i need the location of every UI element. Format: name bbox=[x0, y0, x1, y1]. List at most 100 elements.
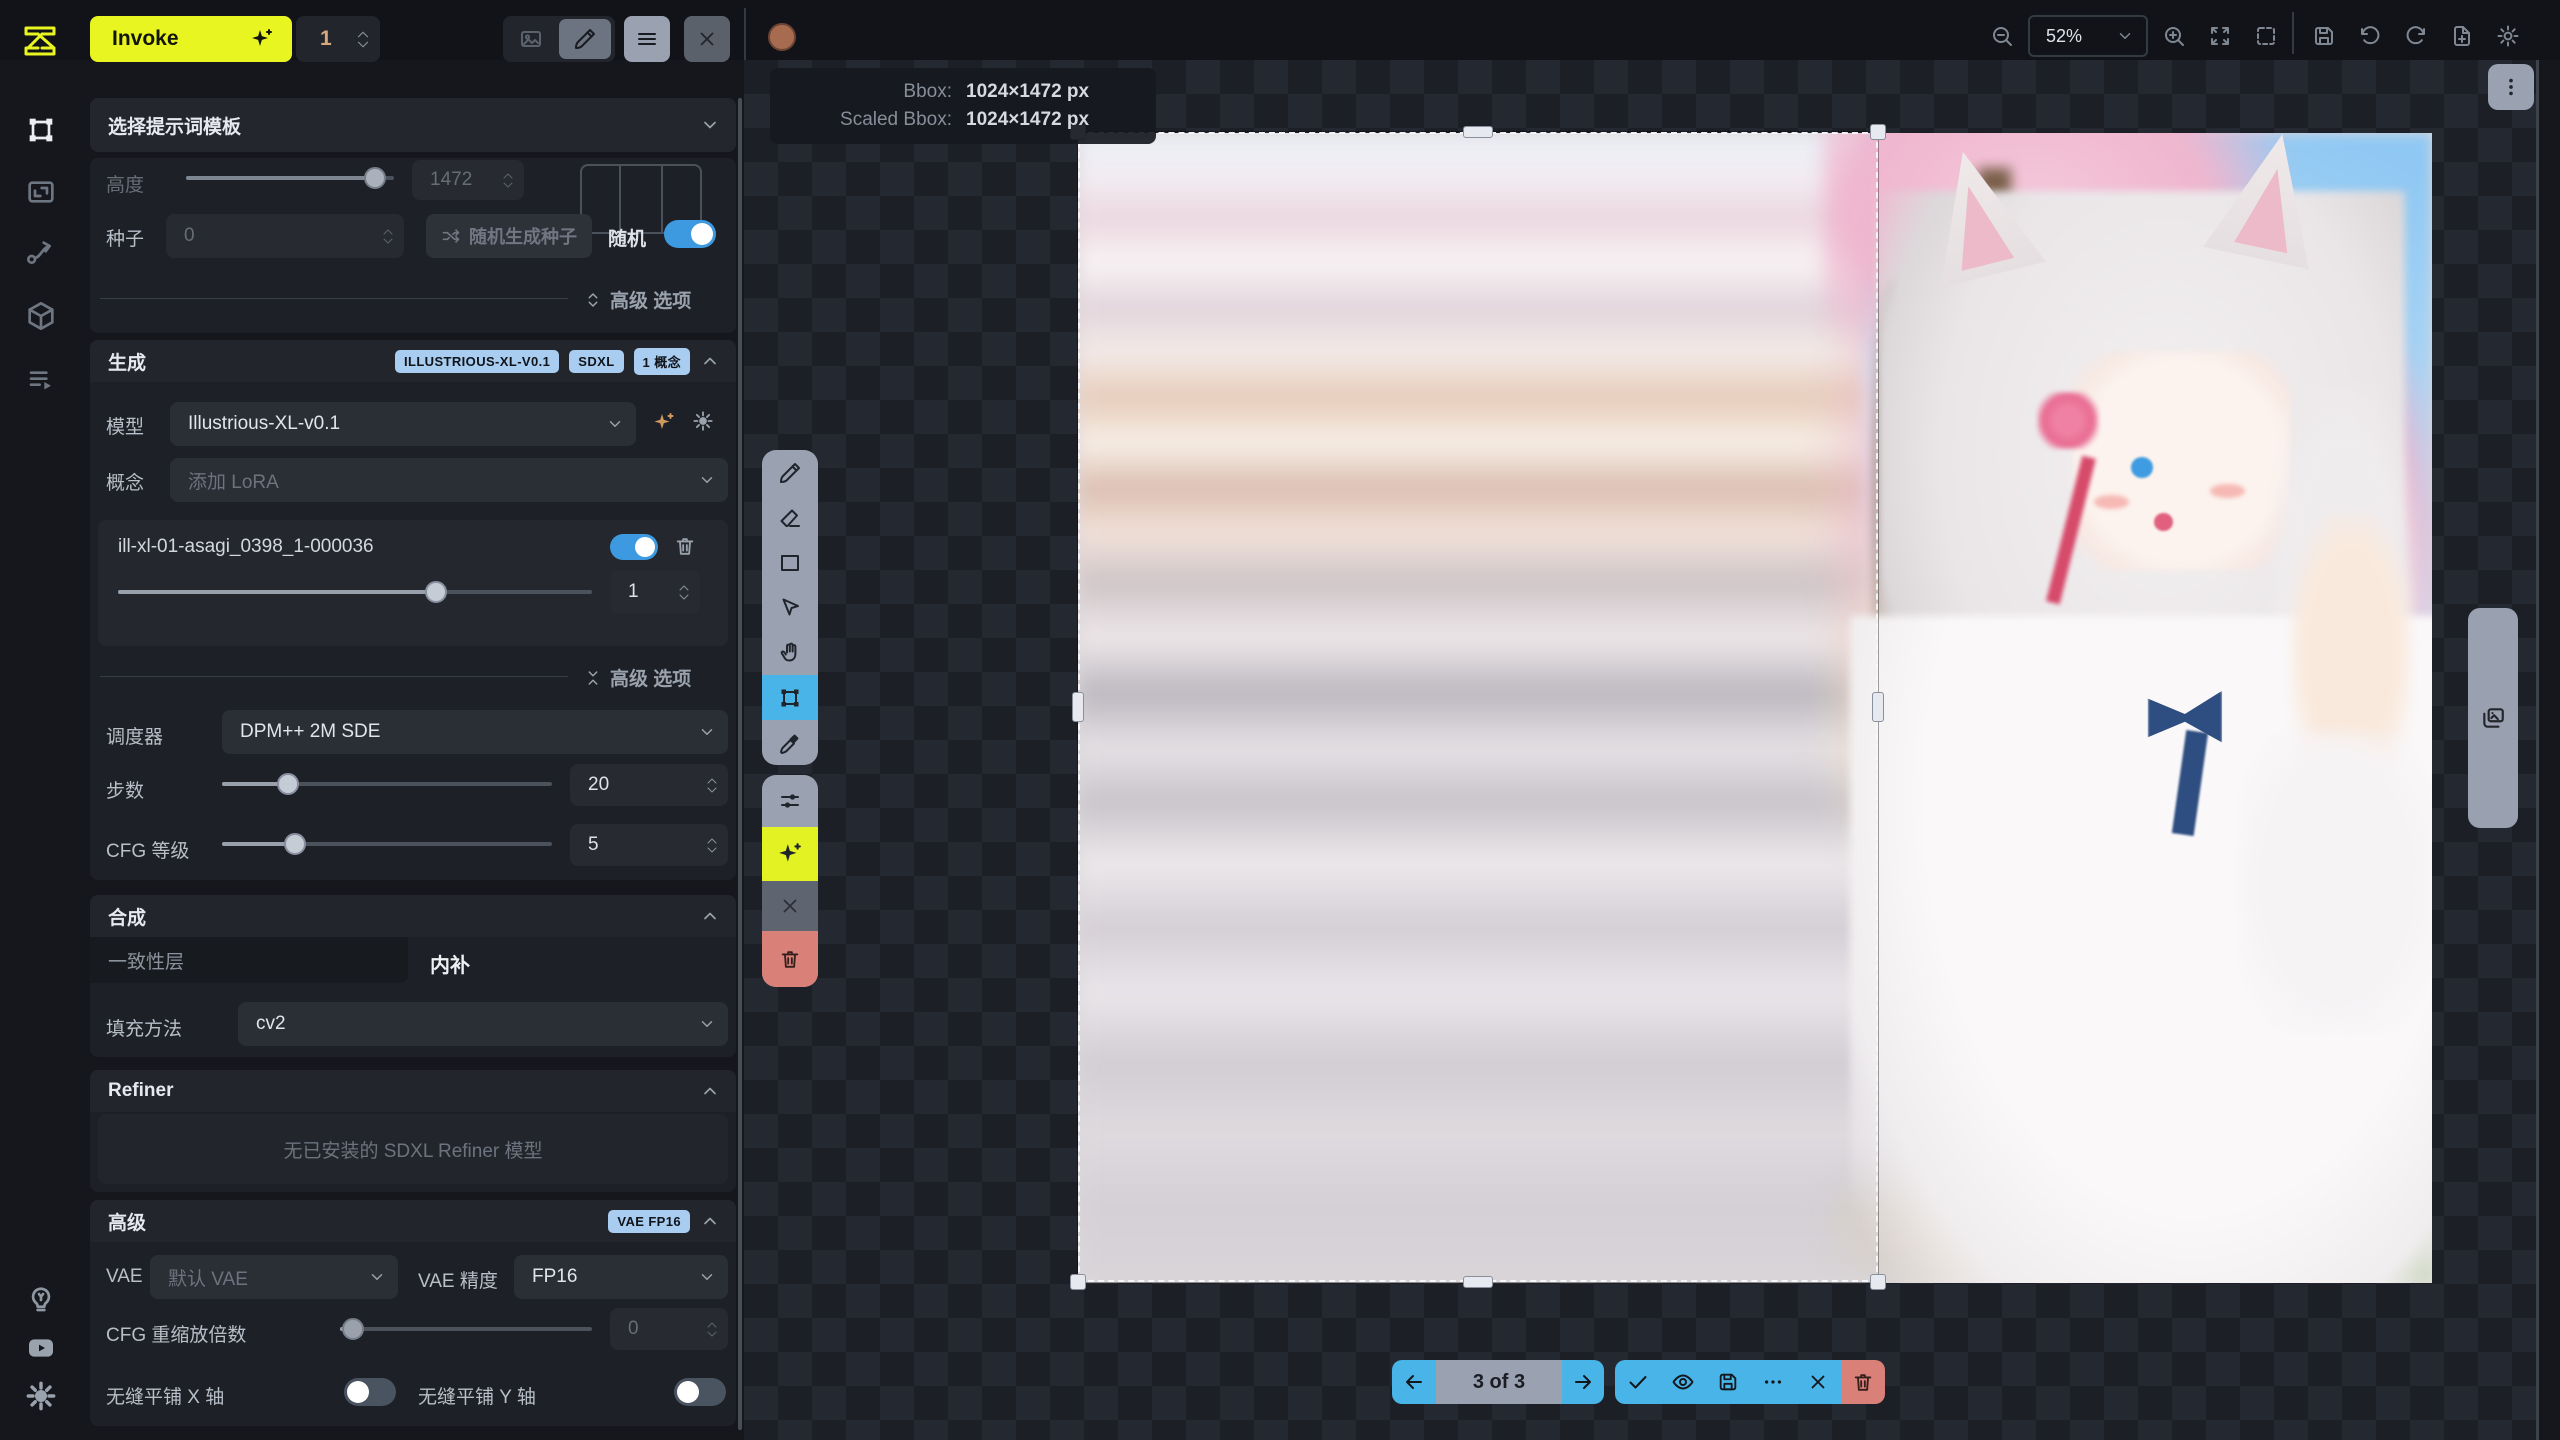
image-viewer-icon[interactable] bbox=[503, 27, 559, 51]
prev-image-button[interactable] bbox=[1392, 1360, 1436, 1404]
seed-input[interactable]: 0 bbox=[166, 214, 404, 258]
eyedropper-tool[interactable] bbox=[762, 720, 818, 765]
scheduler-select[interactable]: DPM++ 2M SDE bbox=[222, 710, 728, 754]
compositing-header[interactable]: 合成 bbox=[90, 895, 736, 937]
coherence-tab[interactable]: 一致性层 bbox=[90, 937, 408, 983]
infill-method-select[interactable]: cv2 bbox=[238, 1002, 728, 1046]
random-seed-toggle[interactable] bbox=[664, 220, 716, 248]
panel-scrollbar[interactable] bbox=[738, 98, 742, 1430]
fit-bbox-icon[interactable] bbox=[2254, 24, 2278, 48]
height-input[interactable]: 1472 bbox=[412, 160, 524, 200]
tab-queue[interactable] bbox=[25, 364, 57, 396]
lora-weight-input[interactable]: 1 bbox=[610, 570, 700, 614]
tiling-y-toggle[interactable] bbox=[674, 1378, 726, 1406]
eraser-tool[interactable] bbox=[762, 495, 818, 540]
vae-precision-select[interactable]: FP16 bbox=[514, 1255, 728, 1299]
discard-x-button[interactable] bbox=[1795, 1360, 1841, 1404]
vae-select[interactable]: 默认 VAE bbox=[150, 1255, 398, 1299]
tab-models[interactable] bbox=[25, 300, 57, 332]
tab-canvas[interactable] bbox=[25, 114, 57, 146]
redo-icon[interactable] bbox=[2404, 24, 2428, 48]
brush-tool[interactable] bbox=[762, 450, 818, 495]
right-panel-divider[interactable] bbox=[2536, 60, 2539, 1440]
steps-input[interactable]: 20 bbox=[570, 764, 728, 806]
tab-workflows[interactable] bbox=[25, 236, 57, 268]
prompt-template-selector[interactable]: 选择提示词模板 bbox=[90, 98, 736, 152]
cancel-x-button[interactable] bbox=[762, 881, 818, 931]
size-advanced-options[interactable]: 高级 选项 bbox=[584, 286, 691, 313]
layer-settings-sliders-icon[interactable] bbox=[762, 775, 818, 827]
color-swatch[interactable] bbox=[768, 23, 796, 51]
height-slider[interactable] bbox=[186, 166, 394, 190]
tips-lightbulb-icon[interactable] bbox=[25, 1284, 57, 1316]
canvas-overflow-menu-button[interactable] bbox=[2488, 64, 2534, 110]
steps-arrows[interactable] bbox=[706, 777, 718, 794]
lora-weight-slider[interactable] bbox=[118, 580, 592, 604]
queue-count-stepper[interactable]: 1 bbox=[296, 16, 380, 62]
select-tool[interactable] bbox=[762, 585, 818, 630]
bbox-handle-top-center[interactable] bbox=[1463, 126, 1493, 138]
rectangle-tool[interactable] bbox=[762, 540, 818, 585]
pan-hand-tool[interactable] bbox=[762, 630, 818, 675]
generation-advanced-options[interactable]: 高级 选项 bbox=[584, 664, 691, 691]
model-select[interactable]: Illustrious-XL-v0.1 bbox=[170, 402, 636, 446]
tiling-x-toggle[interactable] bbox=[344, 1378, 396, 1406]
bbox-handle-bottom-left[interactable] bbox=[1070, 1274, 1086, 1290]
delete-image-trash-button[interactable] bbox=[1841, 1360, 1885, 1404]
generation-bbox[interactable] bbox=[1078, 132, 1878, 1282]
canvas-brush-mode-button[interactable] bbox=[559, 19, 611, 59]
bbox-handle-mid-right[interactable] bbox=[1872, 692, 1884, 722]
invoke-generate-sparkle-button[interactable] bbox=[762, 827, 818, 881]
height-arrows[interactable] bbox=[502, 172, 514, 189]
arrow-right-icon bbox=[1571, 1370, 1595, 1394]
video-tutorials-icon[interactable] bbox=[25, 1332, 57, 1364]
menu-button[interactable] bbox=[624, 16, 670, 62]
add-lora-select[interactable]: 添加 LoRA bbox=[170, 458, 728, 502]
undo-icon[interactable] bbox=[2358, 24, 2382, 48]
cfg-rescale-input[interactable]: 0 bbox=[610, 1308, 728, 1350]
fit-to-view-icon[interactable] bbox=[2208, 24, 2232, 48]
lora-delete-trash-icon[interactable] bbox=[674, 535, 696, 557]
lora-weight-arrows[interactable] bbox=[678, 584, 690, 601]
seed-arrows[interactable] bbox=[382, 228, 394, 245]
zoom-in-icon[interactable] bbox=[2162, 24, 2186, 48]
new-canvas-icon[interactable] bbox=[2450, 24, 2474, 48]
bbox-handle-top-right[interactable] bbox=[1870, 124, 1886, 140]
save-image-button[interactable] bbox=[1705, 1360, 1750, 1404]
generation-header[interactable]: 生成 ILLUSTRIOUS-XL-V0.1 SDXL 1 概念 bbox=[90, 340, 736, 382]
gallery-panel-handle[interactable] bbox=[2468, 608, 2518, 828]
accept-check-button[interactable] bbox=[1615, 1360, 1660, 1404]
queue-count-arrows[interactable] bbox=[356, 30, 370, 49]
delete-layer-trash-button[interactable] bbox=[762, 931, 818, 987]
canvas-workspace[interactable]: Bbox: 1024×1472 px Scaled Bbox: 1024×147… bbox=[744, 60, 2536, 1440]
model-sparkle-icon[interactable] bbox=[652, 410, 676, 439]
arrow-left-icon bbox=[1402, 1370, 1426, 1394]
randomize-seed-button[interactable]: 随机生成种子 bbox=[426, 214, 592, 258]
lora-enabled-toggle[interactable] bbox=[610, 534, 658, 560]
settings-gear-icon[interactable] bbox=[25, 1380, 57, 1412]
cfg-rescale-arrows[interactable] bbox=[706, 1321, 718, 1338]
more-options-button[interactable] bbox=[1750, 1360, 1795, 1404]
bbox-handle-bottom-center[interactable] bbox=[1463, 1276, 1493, 1288]
bbox-tool[interactable] bbox=[762, 675, 818, 720]
model-settings-gear-icon[interactable] bbox=[692, 410, 714, 432]
close-panel-button[interactable] bbox=[684, 16, 730, 62]
save-canvas-icon[interactable] bbox=[2312, 24, 2336, 48]
next-image-button[interactable] bbox=[1562, 1360, 1604, 1404]
refiner-header[interactable]: Refiner bbox=[90, 1070, 736, 1112]
tab-upscaling[interactable] bbox=[25, 176, 57, 208]
preview-eye-button[interactable] bbox=[1660, 1360, 1705, 1404]
invoke-button[interactable]: Invoke bbox=[90, 16, 292, 62]
cfg-slider[interactable] bbox=[222, 832, 552, 856]
bbox-handle-mid-left[interactable] bbox=[1072, 692, 1084, 722]
cfg-arrows[interactable] bbox=[706, 837, 718, 854]
bbox-handle-bottom-right[interactable] bbox=[1870, 1274, 1886, 1290]
advanced-header[interactable]: 高级 VAE FP16 bbox=[90, 1200, 736, 1242]
zoom-out-icon[interactable] bbox=[1990, 24, 2014, 48]
canvas-settings-gear-icon[interactable] bbox=[2496, 24, 2520, 48]
cfg-rescale-slider[interactable] bbox=[340, 1317, 592, 1341]
steps-slider[interactable] bbox=[222, 772, 552, 796]
viewer-mode-segmented[interactable] bbox=[503, 16, 615, 62]
zoom-level-select[interactable]: 52% bbox=[2028, 15, 2148, 57]
cfg-input[interactable]: 5 bbox=[570, 824, 728, 866]
